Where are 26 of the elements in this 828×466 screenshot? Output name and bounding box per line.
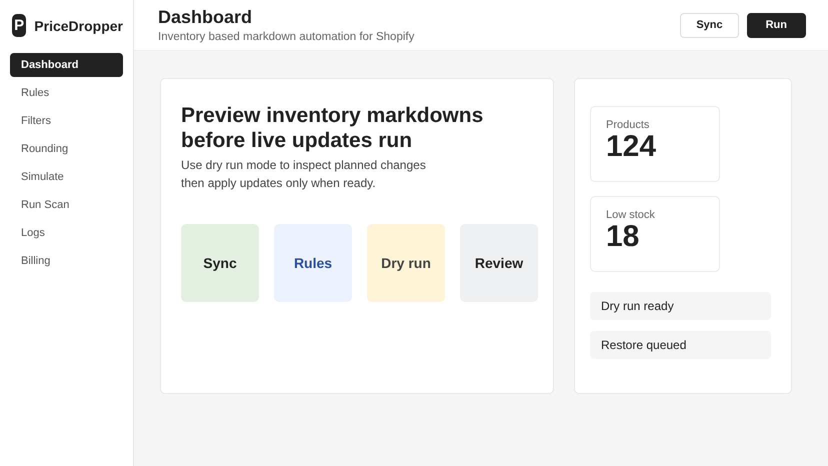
- page-title: Dashboard: [158, 7, 254, 28]
- brand-name: PriceDropper: [34, 18, 123, 34]
- nav-item[interactable]: Dashboard: [10, 53, 123, 77]
- stat-value: 18: [606, 221, 640, 253]
- status-item: Restore queued: [590, 331, 771, 359]
- stat-value: 124: [606, 131, 658, 163]
- logo-icon: P: [12, 14, 26, 37]
- step-tile[interactable]: Dry run: [367, 224, 445, 302]
- nav-item[interactable]: Run Scan: [10, 193, 123, 217]
- nav-item[interactable]: Rules: [10, 81, 123, 105]
- nav-item[interactable]: Billing: [10, 249, 123, 273]
- sync-button[interactable]: Sync: [680, 12, 739, 38]
- page-subtitle: Inventory based markdown automation for Shopify: [158, 31, 414, 43]
- run-button[interactable]: Run: [746, 12, 806, 38]
- nav-item[interactable]: Filters: [10, 109, 123, 133]
- nav-item[interactable]: Rounding: [10, 137, 123, 161]
- step-tile[interactable]: Rules: [274, 224, 352, 302]
- step-tile[interactable]: Sync: [181, 224, 259, 302]
- stat-label: Products: [606, 119, 650, 131]
- nav-item[interactable]: Logs: [10, 221, 123, 245]
- status-item: Dry run ready: [590, 292, 771, 320]
- stat-label: Low stock: [606, 209, 656, 221]
- hero-title: Preview inventory markdowns before live updates run: [181, 103, 484, 153]
- nav-item[interactable]: Simulate: [10, 165, 123, 189]
- hero-description: Use dry run mode to inspect planned changes then apply updates only when ready.: [181, 157, 427, 192]
- step-tile[interactable]: Review: [460, 224, 538, 302]
